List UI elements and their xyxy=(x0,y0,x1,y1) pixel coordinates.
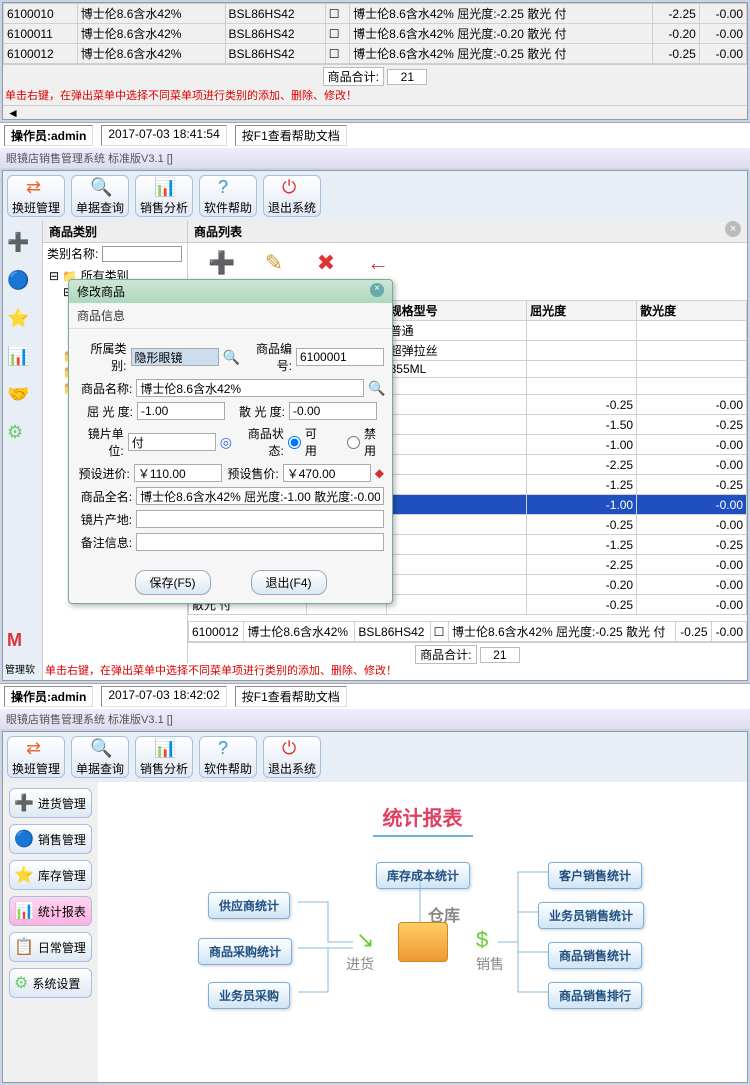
main-sidebar: ➕ 🔵 ⭐ 📊 🤝 ⚙ M 管理软 xyxy=(3,221,43,680)
lock-icon[interactable]: ◆ xyxy=(375,466,384,480)
category-input[interactable] xyxy=(102,246,182,262)
out-arrow-icon: $ xyxy=(476,927,488,953)
status-help: 按F1查看帮助文档 xyxy=(235,686,347,707)
sell-field[interactable] xyxy=(283,464,371,482)
in-arrow-icon: ↘ xyxy=(356,927,374,953)
buy-field[interactable] xyxy=(134,464,222,482)
tree-title: 商品类别 xyxy=(43,221,188,243)
nav-daily[interactable]: 📋日常管理 xyxy=(9,932,92,962)
close-icon[interactable]: × xyxy=(725,221,741,237)
sidebar-gear[interactable]: ⚙ xyxy=(5,415,39,449)
nav-settings[interactable]: ⚙系统设置 xyxy=(9,968,92,998)
sidebar-hand[interactable]: 🤝 xyxy=(5,377,39,411)
node-supplier[interactable]: 供应商统计 xyxy=(208,892,290,919)
chart-title: 统计报表 xyxy=(118,802,727,831)
status-time: 2017-07-03 18:42:02 xyxy=(101,686,226,707)
upper-window: 6100010博士伦8.6含水42%BSL86HS42☐博士伦8.6含水42% … xyxy=(2,2,748,120)
nav-sales[interactable]: 🔵销售管理 xyxy=(9,824,92,854)
upper-scroll[interactable]: ◄ xyxy=(3,105,747,119)
dialog-title: 修改商品 xyxy=(77,283,125,300)
upper-status: 操作员:admin 2017-07-03 18:41:54 按F1查看帮助文档 xyxy=(0,122,750,148)
name-field[interactable] xyxy=(136,379,364,397)
nav-stock[interactable]: ⭐库存管理 xyxy=(9,860,92,890)
unit-field[interactable] xyxy=(128,433,216,451)
main-toolbar: ⇄换班管理🔍单据查询📊销售分析?软件帮助⏻退出系统 xyxy=(3,171,747,221)
dialog-close-icon[interactable]: × xyxy=(370,283,384,297)
bottom-row-table: 6100012 博士伦8.6含水42% BSL86HS42 ☐ 博士伦8.6含水… xyxy=(188,621,747,642)
nav-left: ➕进货管理 🔵销售管理 ⭐库存管理 📊统计报表 📋日常管理 ⚙系统设置 xyxy=(3,782,98,1082)
nav-purchase[interactable]: ➕进货管理 xyxy=(9,788,92,818)
status-time: 2017-07-03 18:41:54 xyxy=(101,125,226,146)
qu-field[interactable] xyxy=(137,402,225,420)
out-label: 销售 xyxy=(476,954,504,974)
search-icon[interactable]: 🔍 xyxy=(223,349,239,365)
dialog-section: 商品信息 xyxy=(69,303,392,329)
main-status: 操作员:admin 2017-07-03 18:42:02 按F1查看帮助文档 xyxy=(0,683,750,709)
nav-report[interactable]: 📊统计报表 xyxy=(9,896,92,926)
sidebar-star[interactable]: ⭐ xyxy=(5,301,39,335)
exit-dialog-button[interactable]: 退出(F4) xyxy=(251,570,327,595)
in-label: 进货 xyxy=(346,954,374,974)
content: 商品类别 商品列表 × 类别名称: ⊟ 📁 所有类别 ⊟ 📁 镜片 📁 近视镜 … xyxy=(43,221,747,680)
table-row[interactable]: 6100010博士伦8.6含水42%BSL86HS42☐博士伦8.6含水42% … xyxy=(4,4,747,24)
node-buy[interactable]: 商品采购统计 xyxy=(198,938,292,965)
sidebar-chart[interactable]: 📊 xyxy=(5,339,39,373)
report-toolbar: ⇄换班管理🔍单据查询📊销售分析?软件帮助⏻退出系统 xyxy=(3,732,747,782)
help-button[interactable]: ?软件帮助 xyxy=(199,736,257,778)
sales-button[interactable]: 📊销售分析 xyxy=(135,736,193,778)
chart-title-line xyxy=(373,835,473,837)
table-row[interactable]: 6100011博士伦8.6含水42%BSL86HS42☐博士伦8.6含水42% … xyxy=(4,24,747,44)
node-salesman-buy[interactable]: 业务员采购 xyxy=(208,982,290,1009)
main-window: ⇄换班管理🔍单据查询📊销售分析?软件帮助⏻退出系统 ➕ 🔵 ⭐ 📊 🤝 ⚙ M … xyxy=(2,170,748,681)
node-goods[interactable]: 商品销售统计 xyxy=(548,942,642,969)
swap-button[interactable]: ⇄换班管理 xyxy=(7,175,65,217)
dialog-titlebar[interactable]: 修改商品 × xyxy=(69,280,392,303)
state-on-radio[interactable] xyxy=(288,436,301,449)
upper-total: 商品合计: 21 xyxy=(3,64,747,88)
total-label: 商品合计: xyxy=(323,67,384,86)
query-button[interactable]: 🔍单据查询 xyxy=(71,736,129,778)
note-field[interactable] xyxy=(136,533,384,551)
node-rank[interactable]: 商品销售排行 xyxy=(548,982,642,1009)
node-customer[interactable]: 客户销售统计 xyxy=(548,862,642,889)
footer-title: 眼镜店销售管理系统 标准版V3.1 [] xyxy=(0,709,750,729)
node-cost[interactable]: 库存成本统计 xyxy=(376,862,470,889)
code-field[interactable] xyxy=(296,348,384,366)
list-title: 商品列表 xyxy=(188,221,747,243)
state-off-radio[interactable] xyxy=(347,436,360,449)
table-row[interactable]: 6100012博士伦8.6含水42%BSL86HS42☐博士伦8.6含水42% … xyxy=(4,44,747,64)
exit-button[interactable]: ⏻退出系统 xyxy=(263,175,321,217)
total-value: 21 xyxy=(387,69,427,85)
upper-title: 眼镜店销售管理系统 标准版V3.1 [] xyxy=(0,148,750,168)
chart-area: 统计报表 供应商统计 商品采购统计 业务员采购 库存成本统计 仓库 ↘ $ 进货… xyxy=(98,782,747,1082)
full-field[interactable] xyxy=(136,487,384,505)
box-icon xyxy=(398,922,448,962)
sidebar-add[interactable]: ➕ xyxy=(5,225,39,259)
query-button[interactable]: 🔍单据查询 xyxy=(71,175,129,217)
tree-filter: 类别名称: xyxy=(43,243,187,264)
upper-hint: 单击右键，在弹出菜单中选择不同菜单项进行类别的添加、删除、修改！ xyxy=(3,88,747,105)
category-field[interactable] xyxy=(131,348,219,366)
sidebar-m[interactable]: M xyxy=(5,623,39,657)
origin-field[interactable] xyxy=(136,510,384,528)
list-hint: 单击右键，在弹出菜单中选择不同菜单项进行类别的添加、删除、修改！ xyxy=(43,663,747,680)
status-help: 按F1查看帮助文档 xyxy=(235,125,347,146)
mgmt-label: 管理软 xyxy=(5,661,40,676)
save-button[interactable]: 保存(F5) xyxy=(135,570,211,595)
exit-button[interactable]: ⏻退出系统 xyxy=(263,736,321,778)
upper-grid: 6100010博士伦8.6含水42%BSL86HS42☐博士伦8.6含水42% … xyxy=(3,3,747,64)
sidebar-ball[interactable]: 🔵 xyxy=(5,263,39,297)
help-button[interactable]: ?软件帮助 xyxy=(199,175,257,217)
swap-button[interactable]: ⇄换班管理 xyxy=(7,736,65,778)
edit-dialog: 修改商品 × 商品信息 所属类别:🔍 商品编号: 商品名称:🔍 屈 光 度: 散… xyxy=(68,279,393,604)
node-salesman[interactable]: 业务员销售统计 xyxy=(538,902,644,929)
sales-button[interactable]: 📊销售分析 xyxy=(135,175,193,217)
san-field[interactable] xyxy=(289,402,377,420)
search-icon[interactable]: 🔍 xyxy=(368,380,384,396)
target-icon[interactable]: ◎ xyxy=(220,434,233,450)
report-window: ⇄换班管理🔍单据查询📊销售分析?软件帮助⏻退出系统 ➕进货管理 🔵销售管理 ⭐库存管… xyxy=(2,731,748,1083)
